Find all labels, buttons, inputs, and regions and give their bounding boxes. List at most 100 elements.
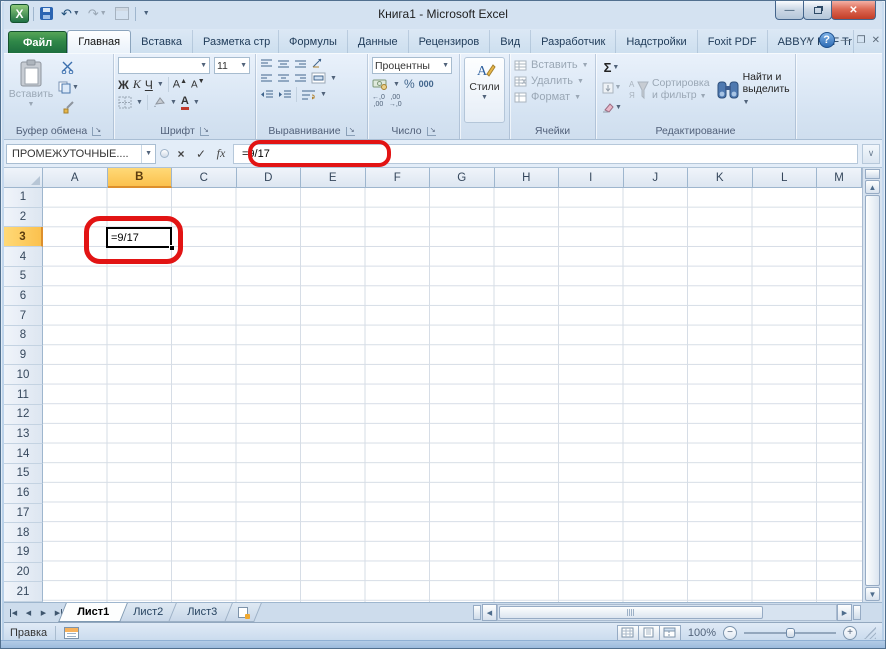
borders-icon[interactable]	[118, 96, 132, 109]
row-header-1[interactable]: 1	[4, 188, 43, 208]
orientation-icon[interactable]	[311, 57, 325, 69]
enter-button[interactable]: ✓	[193, 147, 209, 161]
increase-indent-icon[interactable]	[278, 89, 292, 100]
row-header-17[interactable]: 17	[4, 503, 43, 524]
name-box-dropdown-icon[interactable]: ▼	[141, 144, 155, 163]
tab-Разработчик[interactable]: Разработчик	[531, 30, 617, 53]
format-cells-button[interactable]: Формат ▼	[514, 91, 591, 103]
horizontal-scrollbar[interactable]	[497, 603, 837, 622]
column-header-F[interactable]: F	[365, 168, 430, 188]
column-header-K[interactable]: K	[688, 168, 753, 188]
styles-button[interactable]: A Стили ▼	[464, 57, 505, 123]
first-sheet-button[interactable]: ◀	[7, 606, 20, 620]
collapse-ribbon-icon[interactable]: ∧	[805, 35, 812, 46]
workbook-minimize-icon[interactable]: —	[841, 35, 851, 46]
row-header-9[interactable]: 9	[4, 345, 43, 366]
tab-Главная[interactable]: Главная	[67, 30, 132, 53]
tab-Рецензиров[interactable]: Рецензиров	[409, 30, 491, 53]
row-header-12[interactable]: 12	[4, 404, 43, 425]
merge-center-icon[interactable]	[311, 72, 326, 84]
shrink-font-button[interactable]: А▼	[191, 78, 205, 90]
sort-filter-button[interactable]: АЯ Сортировка и фильтр ▼	[629, 57, 710, 123]
column-header-H[interactable]: H	[494, 168, 559, 188]
clear-button[interactable]: ▼	[600, 99, 623, 116]
row-header-2[interactable]: 2	[4, 207, 43, 228]
accounting-icon[interactable]	[372, 78, 389, 90]
tab-Формулы[interactable]: Формулы	[279, 30, 348, 53]
row-header-11[interactable]: 11	[4, 385, 43, 405]
font-color-button[interactable]: А	[180, 95, 189, 110]
tab-Вид[interactable]: Вид	[490, 30, 532, 53]
bold-button[interactable]: Ж	[118, 78, 129, 92]
zoom-out-icon[interactable]: −	[723, 625, 737, 640]
paste-button[interactable]: Вставить ▼	[8, 57, 54, 123]
format-painter-button[interactable]	[57, 99, 80, 116]
select-all-corner[interactable]	[4, 168, 43, 188]
align-middle-icon[interactable]	[277, 58, 290, 69]
insert-sheet-button[interactable]	[224, 603, 263, 622]
page-break-view-button[interactable]	[658, 624, 681, 641]
name-box[interactable]: ПРОМЕЖУТОЧНЫЕ.... ▼	[6, 143, 156, 164]
percent-style-button[interactable]: %	[404, 77, 415, 91]
tab-Данные[interactable]: Данные	[348, 30, 409, 53]
zoom-in-icon[interactable]: +	[843, 625, 857, 640]
row-header-15[interactable]: 15	[4, 464, 43, 484]
cells-area[interactable]: =9/17	[43, 188, 862, 602]
cut-button[interactable]	[57, 59, 80, 76]
dialog-launcher-icon[interactable]: ↘	[345, 126, 355, 136]
column-header-G[interactable]: G	[430, 168, 495, 188]
row-header-4[interactable]: 4	[4, 247, 43, 267]
vertical-scrollbar[interactable]: ▲ ▼	[862, 168, 882, 602]
column-header-J[interactable]: J	[623, 168, 688, 188]
row-header-7[interactable]: 7	[4, 306, 43, 327]
insert-cells-button[interactable]: Вставить ▼	[514, 59, 591, 71]
vertical-scroll-thumb[interactable]	[865, 195, 880, 586]
scroll-up-icon[interactable]: ▲	[865, 180, 880, 194]
row-header-18[interactable]: 18	[4, 523, 43, 543]
copy-button[interactable]: ▼	[57, 79, 80, 96]
tab-Вставка[interactable]: Вставка	[131, 30, 194, 53]
column-header-E[interactable]: E	[301, 168, 366, 188]
underline-button[interactable]: Ч	[145, 78, 153, 92]
normal-view-button[interactable]	[616, 624, 639, 641]
column-header-M[interactable]: M	[817, 168, 862, 188]
autosum-button[interactable]: Σ ▼	[600, 59, 623, 76]
increase-decimal-button[interactable]: ←,0,00	[372, 94, 385, 108]
dialog-launcher-icon[interactable]: ↘	[199, 126, 209, 136]
tab-Foxit PDF[interactable]: Foxit PDF	[698, 30, 768, 53]
column-header-I[interactable]: I	[559, 168, 624, 188]
column-header-B[interactable]: B	[107, 168, 172, 188]
scroll-right-icon[interactable]: ▶	[837, 604, 852, 621]
align-bottom-icon[interactable]	[294, 58, 307, 69]
fill-button[interactable]: ▼	[600, 79, 623, 96]
dialog-launcher-icon[interactable]: ↘	[92, 126, 102, 136]
horizontal-scroll-thumb[interactable]	[499, 606, 763, 619]
row-header-19[interactable]: 19	[4, 542, 43, 563]
formula-bar-splitter[interactable]	[160, 149, 169, 158]
horizontal-split-handle[interactable]	[853, 605, 861, 620]
macro-record-icon[interactable]	[64, 626, 80, 639]
workbook-restore-icon[interactable]: ❐	[857, 35, 866, 46]
tab-scroll-splitter[interactable]	[473, 605, 481, 620]
zoom-slider[interactable]	[744, 627, 836, 638]
fill-handle[interactable]	[169, 245, 174, 250]
resize-grip[interactable]	[864, 626, 876, 639]
page-layout-view-button[interactable]	[637, 624, 660, 641]
dialog-launcher-icon[interactable]: ↘	[426, 126, 436, 136]
row-header-16[interactable]: 16	[4, 483, 43, 504]
column-header-A[interactable]: A	[43, 168, 108, 188]
formula-input[interactable]: =9/17	[233, 143, 858, 164]
restore-button[interactable]	[803, 1, 832, 20]
row-header-3[interactable]: 3	[4, 227, 43, 248]
vertical-split-handle[interactable]	[865, 169, 880, 179]
align-left-icon[interactable]	[260, 73, 273, 84]
column-header-C[interactable]: C	[172, 168, 237, 188]
row-header-10[interactable]: 10	[4, 365, 43, 386]
decrease-decimal-button[interactable]: ,00 →,0	[389, 94, 402, 108]
tab-Разметка стр[interactable]: Разметка стр	[193, 30, 280, 53]
minimize-button[interactable]: —	[775, 1, 804, 20]
comma-style-button[interactable]: 000	[419, 79, 434, 89]
row-header-20[interactable]: 20	[4, 562, 43, 583]
font-name-combobox[interactable]: ▼	[118, 57, 210, 74]
grow-font-button[interactable]: А▲	[173, 78, 187, 91]
